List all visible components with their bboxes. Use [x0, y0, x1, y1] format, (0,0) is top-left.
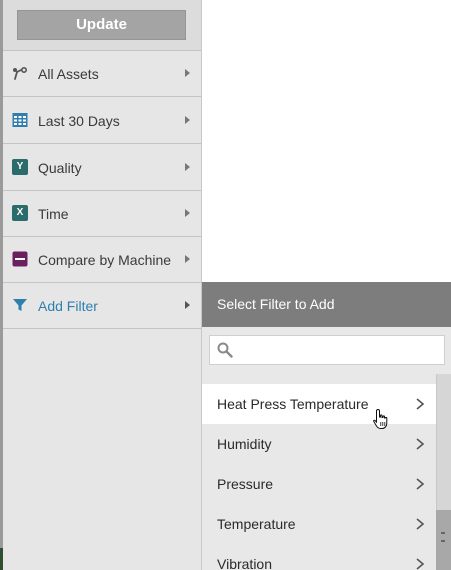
filter-search-box[interactable] — [209, 335, 445, 365]
menu-item-add-filter[interactable]: Add Filter — [3, 283, 201, 329]
menu-label: Last 30 Days — [38, 112, 120, 129]
filter-option-humidity[interactable]: Humidity — [202, 424, 436, 464]
filter-option-temperature[interactable]: Temperature — [202, 504, 436, 544]
menu-item-compare-by-machine[interactable]: Compare by Machine — [3, 237, 201, 283]
chevron-right-icon — [185, 69, 190, 77]
filter-option-label: Pressure — [217, 476, 274, 492]
chevron-right-icon — [185, 209, 190, 217]
menu-label: Time — [38, 205, 69, 222]
menu-label: Add Filter — [38, 297, 98, 314]
filter-list: Heat Press Temperature Humidity Pressure… — [202, 374, 436, 570]
chevron-right-icon — [414, 517, 426, 531]
chevron-right-icon — [185, 255, 190, 263]
filter-icon — [12, 297, 28, 313]
sidebar: Update All Assets Last 30 Days Y Quality… — [3, 0, 202, 570]
filter-option-heat-press-temperature[interactable]: Heat Press Temperature — [202, 384, 436, 424]
chevron-right-icon — [185, 116, 190, 124]
menu-label: All Assets — [38, 65, 99, 82]
chevron-right-icon — [414, 437, 426, 451]
chevron-right-icon — [414, 397, 426, 411]
search-icon — [217, 342, 233, 358]
grip-icon — [441, 532, 445, 542]
assets-icon — [12, 65, 28, 81]
y-axis-badge-icon: Y — [12, 159, 28, 175]
filter-search-input[interactable] — [238, 340, 438, 360]
chevron-right-icon — [414, 557, 426, 570]
calendar-icon — [12, 112, 28, 128]
menu-label: Compare by Machine — [38, 251, 172, 268]
filter-option-label: Humidity — [217, 436, 272, 452]
badge-letter: Y — [12, 159, 28, 175]
filter-option-label: Vibration — [217, 556, 273, 570]
menu-item-time[interactable]: X Time — [3, 191, 201, 237]
filter-option-label: Temperature — [217, 516, 296, 532]
filter-option-label: Heat Press Temperature — [217, 396, 369, 412]
filter-panel-title: Select Filter to Add — [202, 282, 451, 327]
update-button[interactable]: Update — [17, 10, 186, 40]
filter-panel: Select Filter to Add Heat Press Temperat… — [202, 282, 451, 570]
badge-letter: X — [12, 205, 28, 221]
chevron-right-icon — [414, 477, 426, 491]
chevron-right-icon — [185, 163, 190, 171]
chevron-right-icon — [185, 301, 190, 309]
menu-item-date-range[interactable]: Last 30 Days — [3, 98, 201, 144]
x-axis-badge-icon: X — [12, 205, 28, 221]
hand-cursor-icon — [372, 408, 390, 430]
filter-option-vibration[interactable]: Vibration — [202, 544, 436, 570]
compare-icon — [12, 251, 28, 267]
filter-option-pressure[interactable]: Pressure — [202, 464, 436, 504]
update-area: Update — [3, 0, 201, 51]
menu-label: Quality — [38, 159, 82, 176]
menu-item-all-assets[interactable]: All Assets — [3, 51, 201, 97]
menu-item-quality[interactable]: Y Quality — [3, 145, 201, 191]
